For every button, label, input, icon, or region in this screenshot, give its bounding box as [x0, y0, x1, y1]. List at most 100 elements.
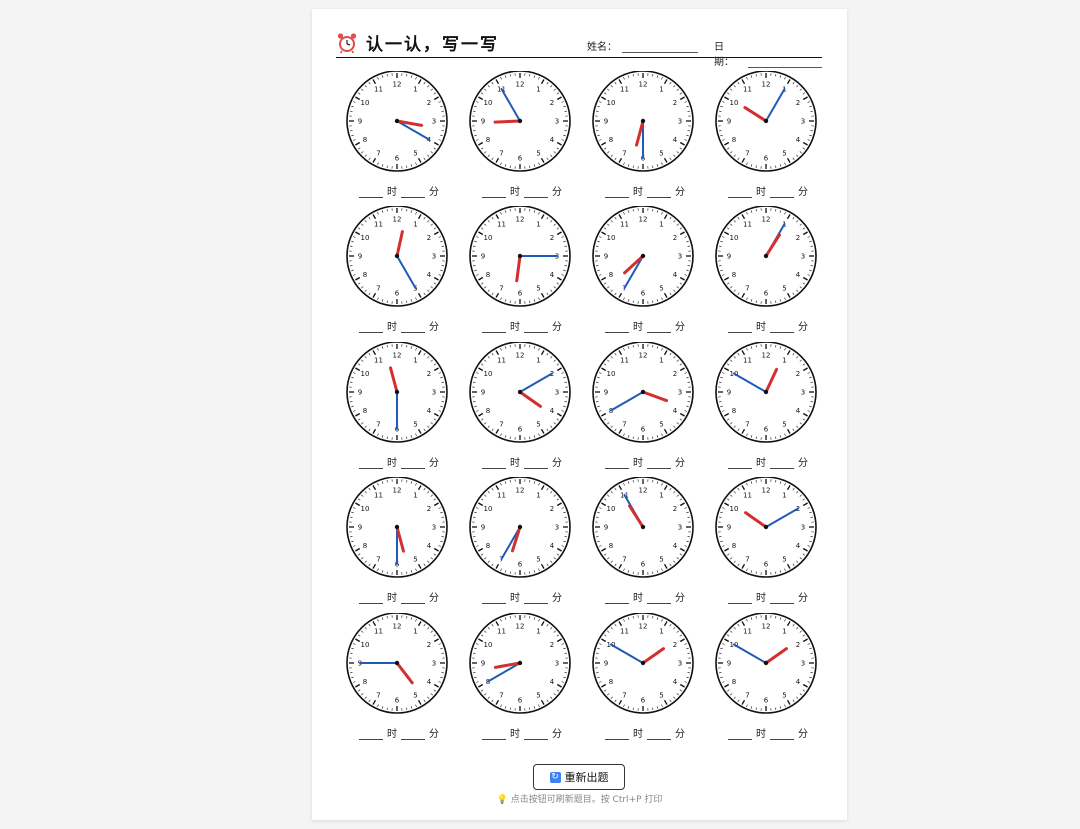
hour-blank[interactable]: [728, 323, 752, 333]
clock-item: 121234567891011时分: [588, 206, 698, 336]
clock-numeral: 7: [499, 692, 503, 700]
hour-blank[interactable]: [728, 459, 752, 469]
minute-blank[interactable]: [524, 730, 548, 740]
clock-numeral: 6: [641, 290, 646, 298]
clock-numeral: 4: [673, 136, 678, 144]
hour-blank[interactable]: [482, 594, 506, 604]
name-blank[interactable]: [622, 42, 698, 53]
clock-numeral: 2: [550, 641, 554, 649]
hour-unit: 时: [756, 593, 766, 604]
clock-face: 121234567891011: [592, 477, 694, 578]
hour-unit: 时: [387, 593, 397, 604]
clock-numeral: 11: [374, 492, 383, 500]
clock-numeral: 8: [363, 136, 367, 144]
clock-item: 121234567891011时分: [711, 342, 821, 472]
hour-blank[interactable]: [605, 188, 629, 198]
name-field[interactable]: 姓名：: [587, 38, 698, 53]
clock-numeral: 2: [673, 505, 677, 513]
hour-blank[interactable]: [359, 188, 383, 198]
minute-blank[interactable]: [401, 730, 425, 740]
minute-blank[interactable]: [770, 594, 794, 604]
clock-numeral: 11: [497, 628, 506, 636]
clock-numeral: 11: [743, 492, 752, 500]
answer-line: 时分: [465, 725, 575, 740]
minute-blank[interactable]: [647, 188, 671, 198]
answer-line: 时分: [342, 725, 452, 740]
minute-blank[interactable]: [770, 730, 794, 740]
hour-blank[interactable]: [482, 730, 506, 740]
answer-line: 时分: [588, 725, 698, 740]
clock-numeral: 8: [363, 407, 367, 415]
hour-unit: 时: [510, 458, 520, 469]
minute-blank[interactable]: [401, 594, 425, 604]
clock-numeral: 2: [673, 641, 677, 649]
name-label: 姓名：: [587, 42, 617, 53]
clock-face: 121234567891011: [469, 206, 571, 307]
clock-numeral: 4: [673, 271, 678, 279]
minute-blank[interactable]: [524, 188, 548, 198]
clock-numeral: 2: [550, 99, 554, 107]
clock-item: 121234567891011时分: [465, 206, 575, 336]
clock-numeral: 7: [622, 421, 626, 429]
clock-numeral: 11: [743, 357, 752, 365]
clock-numeral: 3: [432, 253, 436, 261]
clock-numeral: 6: [395, 697, 400, 705]
hour-blank[interactable]: [482, 188, 506, 198]
clock-numeral: 9: [481, 389, 485, 397]
minute-blank[interactable]: [524, 323, 548, 333]
minute-blank[interactable]: [647, 730, 671, 740]
clock-center: [640, 118, 646, 124]
clock-numeral: 10: [483, 234, 492, 242]
minute-blank[interactable]: [401, 323, 425, 333]
clock-numeral: 1: [536, 492, 540, 500]
hour-blank[interactable]: [359, 594, 383, 604]
clock-numeral: 8: [363, 678, 367, 686]
minute-blank[interactable]: [770, 323, 794, 333]
refresh-button[interactable]: ↻ 重新出题: [533, 764, 625, 790]
clock-numeral: 12: [393, 81, 402, 89]
hour-blank[interactable]: [728, 594, 752, 604]
clock-numeral: 3: [678, 524, 682, 532]
clock-numeral: 11: [497, 221, 506, 229]
hour-blank[interactable]: [728, 188, 752, 198]
date-blank[interactable]: [748, 57, 822, 68]
answer-line: 时分: [711, 183, 821, 198]
hour-blank[interactable]: [482, 323, 506, 333]
hour-blank[interactable]: [605, 459, 629, 469]
minute-unit: 分: [798, 729, 808, 740]
minute-blank[interactable]: [524, 459, 548, 469]
hour-blank[interactable]: [359, 459, 383, 469]
clock-numeral: 5: [782, 150, 786, 158]
clock-numeral: 3: [678, 660, 682, 668]
clock-numeral: 8: [486, 271, 490, 279]
minute-blank[interactable]: [647, 459, 671, 469]
hour-blank[interactable]: [482, 459, 506, 469]
minute-unit: 分: [675, 187, 685, 198]
clock-numeral: 2: [796, 99, 800, 107]
clock-center: [394, 253, 400, 259]
lightbulb-icon: 💡: [496, 795, 508, 805]
minute-blank[interactable]: [647, 323, 671, 333]
hour-blank[interactable]: [359, 730, 383, 740]
hour-blank[interactable]: [359, 323, 383, 333]
minute-blank[interactable]: [647, 594, 671, 604]
date-field[interactable]: 日期：: [714, 38, 822, 68]
clock-item: 121234567891011时分: [465, 342, 575, 472]
hour-blank[interactable]: [605, 323, 629, 333]
hour-blank[interactable]: [605, 594, 629, 604]
clock-numeral: 6: [764, 290, 769, 298]
hour-blank[interactable]: [605, 730, 629, 740]
clock-center: [517, 389, 523, 395]
minute-blank[interactable]: [401, 188, 425, 198]
minute-blank[interactable]: [770, 188, 794, 198]
clock-numeral: 10: [729, 99, 738, 107]
minute-blank[interactable]: [770, 459, 794, 469]
minute-unit: 分: [552, 458, 562, 469]
minute-blank[interactable]: [524, 594, 548, 604]
minute-blank[interactable]: [401, 459, 425, 469]
clock-numeral: 10: [729, 505, 738, 513]
answer-line: 时分: [342, 183, 452, 198]
answer-line: 时分: [342, 318, 452, 333]
hour-blank[interactable]: [728, 730, 752, 740]
clock-numeral: 1: [659, 628, 663, 636]
